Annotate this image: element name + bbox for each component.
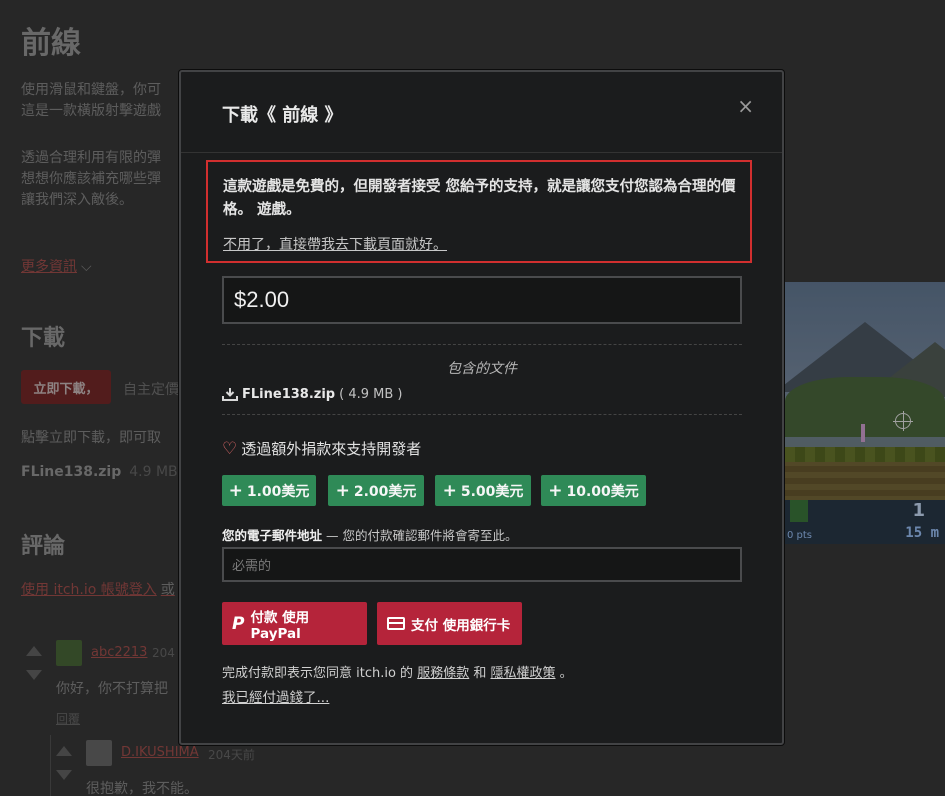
donate-amount-button[interactable]: +2.00美元 [328, 475, 424, 506]
notice-message: 這款遊戲是免費的，但開發者接受 您給予的支持，就是讓您支付您認為合理的價格。 遊… [223, 179, 736, 218]
included-files-label: 包含的文件 [447, 361, 517, 377]
file-name: FLine138.zip [242, 387, 336, 402]
terms-text: 完成付款即表示您同意 itch.io 的 服務條款 和 隱私權政策 。 [222, 666, 573, 681]
divider [222, 344, 742, 345]
free-game-notice: 這款遊戲是免費的，但開發者接受 您給予的支持，就是讓您支付您認為合理的價格。 遊… [206, 160, 752, 263]
skip-to-download-link[interactable]: 不用了，直接帶我去下載頁面就好。 [223, 234, 447, 254]
file-size: ( 4.9 MB ) [339, 387, 403, 402]
donate-label: ♡ 透過額外捐款來支持開發者 [222, 438, 422, 459]
already-paid-link[interactable]: 我已經付過錢了... [222, 686, 329, 706]
heart-icon: ♡ [222, 438, 238, 459]
terms-of-service-link[interactable]: 服務條款 [417, 666, 469, 681]
download-dialog: 下載《 前線 》 × 這款遊戲是免費的，但開發者接受 您給予的支持，就是讓您支付… [179, 70, 784, 745]
divider [222, 414, 742, 415]
email-field[interactable]: 必需的 [222, 547, 742, 582]
privacy-policy-link[interactable]: 隱私權政策 [490, 666, 555, 681]
card-pay-button[interactable]: 支付 使用銀行卡 [377, 602, 522, 645]
credit-card-icon [387, 617, 405, 630]
price-input[interactable]: $2.00 [222, 276, 742, 324]
paypal-icon: P [232, 613, 245, 634]
email-label: 您的電子郵件地址 — 您的付款確認郵件將會寄至此。 [222, 528, 518, 543]
close-icon[interactable]: × [737, 94, 754, 118]
dialog-header: 下載《 前線 》 × [181, 72, 782, 153]
included-file: FLine138.zip ( 4.9 MB ) [222, 387, 402, 402]
donate-amount-button[interactable]: +1.00美元 [222, 475, 316, 506]
donate-amount-button[interactable]: +5.00美元 [435, 475, 531, 506]
donate-amount-button[interactable]: +10.00美元 [541, 475, 646, 506]
paypal-pay-button[interactable]: P 付款 使用PayPal [222, 602, 367, 645]
dialog-title: 下載《 前線 》 [222, 105, 343, 126]
download-icon [222, 388, 238, 401]
